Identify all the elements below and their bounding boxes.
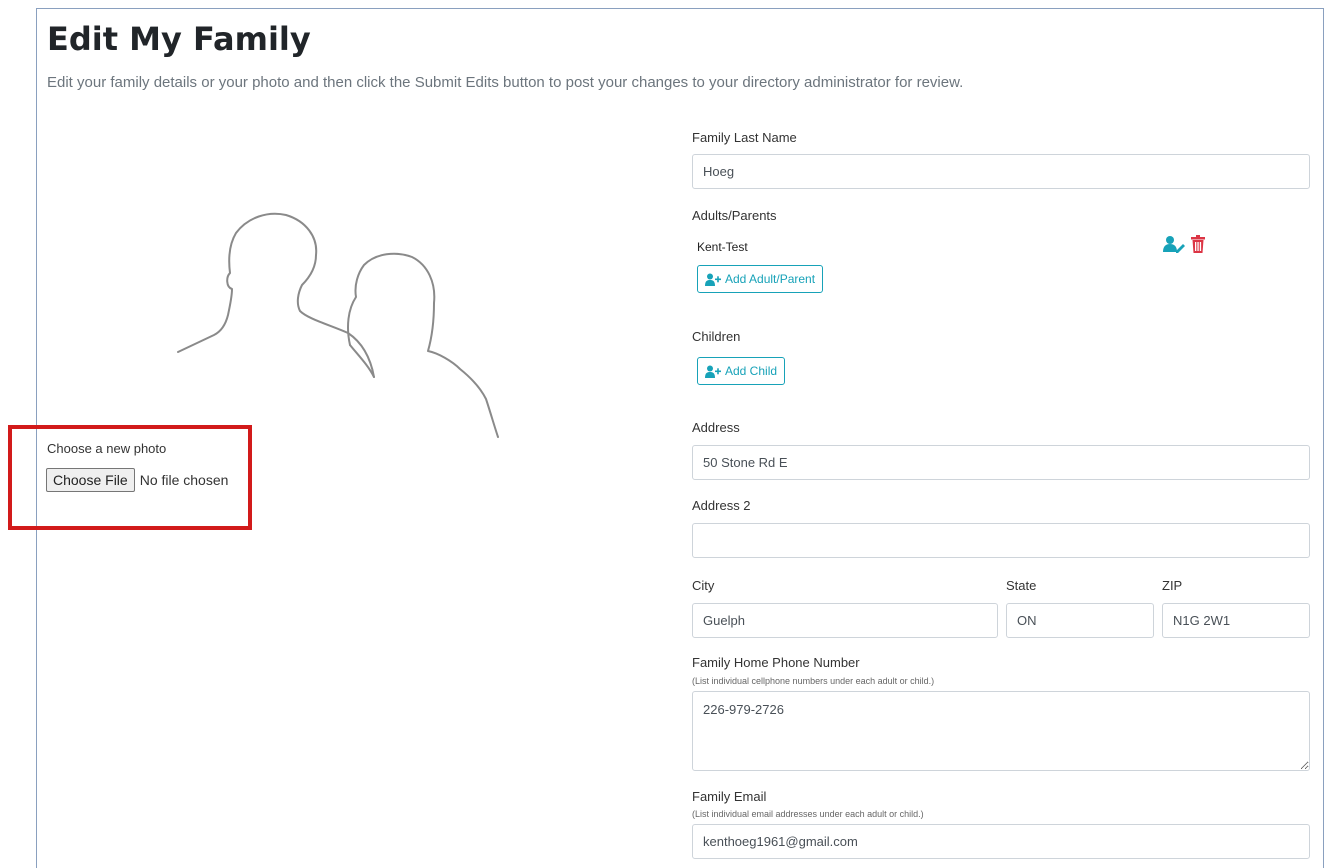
last-name-input[interactable] (692, 154, 1310, 189)
add-adult-button[interactable]: Add Adult/Parent (697, 265, 824, 293)
city-input[interactable] (692, 603, 998, 638)
user-edit-icon[interactable] (1163, 235, 1185, 253)
user-plus-icon (705, 365, 721, 378)
adult-name: Kent-Test (697, 240, 748, 254)
user-plus-icon (705, 273, 721, 286)
children-label: Children (692, 329, 741, 344)
address2-label: Address 2 (692, 498, 751, 513)
page-title: Edit My Family (47, 20, 311, 58)
state-label: State (1006, 578, 1037, 593)
address2-input[interactable] (692, 523, 1310, 558)
address-input[interactable] (692, 445, 1310, 480)
page-description: Edit your family details or your photo a… (47, 74, 964, 91)
add-child-button[interactable]: Add Child (697, 357, 786, 385)
address-label: Address (692, 420, 740, 435)
highlight-annotation-box (8, 425, 252, 530)
email-input[interactable] (692, 824, 1310, 859)
add-child-label: Add Child (725, 364, 778, 378)
phone-label: Family Home Phone Number (692, 655, 860, 670)
add-adult-label: Add Adult/Parent (725, 272, 816, 286)
city-label: City (692, 578, 715, 593)
zip-label: ZIP (1162, 578, 1183, 593)
adults-label: Adults/Parents (692, 208, 777, 223)
family-photo-placeholder (177, 212, 499, 438)
last-name-label: Family Last Name (692, 130, 797, 145)
email-hint: (List individual email addresses under e… (692, 809, 924, 819)
phone-hint: (List individual cellphone numbers under… (692, 676, 935, 686)
phone-textarea[interactable]: 226-979-2726 (692, 691, 1310, 771)
state-input[interactable] (1006, 603, 1154, 638)
zip-input[interactable] (1162, 603, 1310, 638)
trash-icon[interactable] (1191, 235, 1205, 253)
email-label: Family Email (692, 789, 767, 804)
